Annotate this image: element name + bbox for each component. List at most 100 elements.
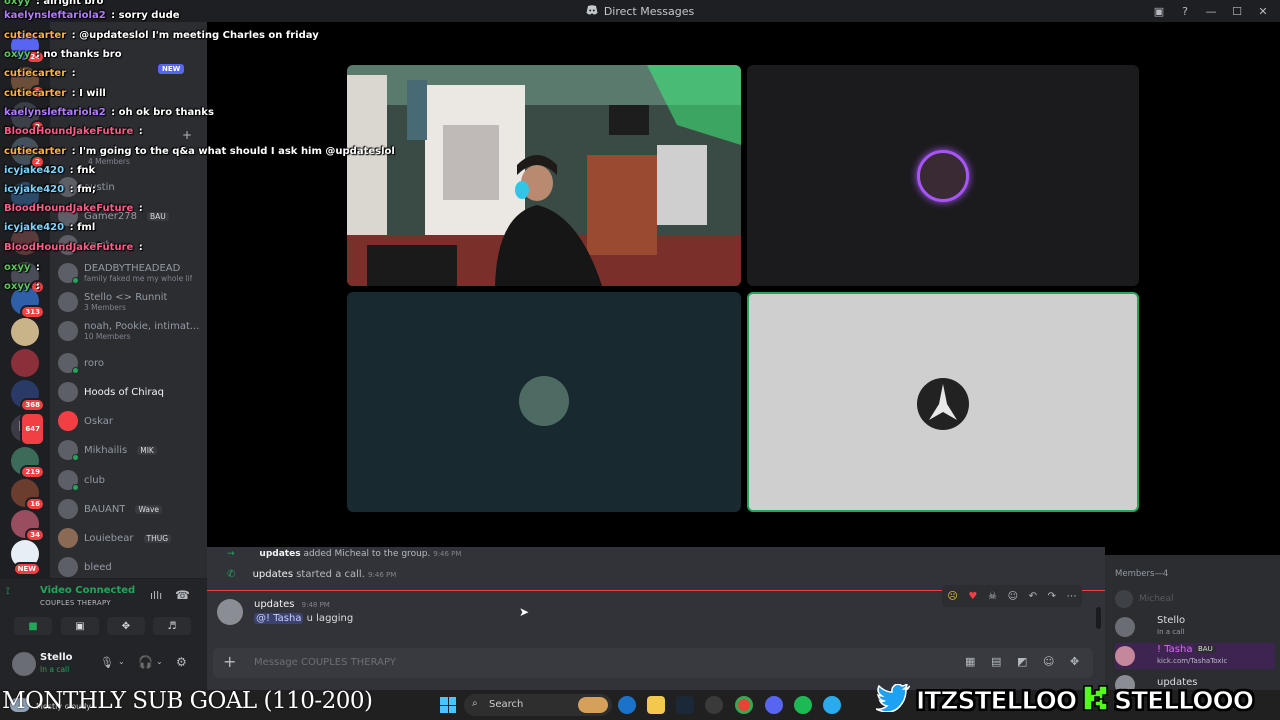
dm-item[interactable]: Mikhailis MIK bbox=[58, 437, 203, 463]
twitter-icon bbox=[875, 682, 911, 716]
server-icon[interactable]: 24 bbox=[11, 32, 45, 64]
apps-icon[interactable]: ✥ bbox=[1070, 655, 1079, 668]
server-icon[interactable]: 34 bbox=[11, 510, 45, 542]
edge-browser-icon[interactable] bbox=[618, 696, 636, 714]
emoji-icon[interactable]: ☺ bbox=[1043, 655, 1054, 668]
server-icon[interactable]: 3 bbox=[11, 262, 45, 294]
dm-item[interactable]: Hoods of Chiraq bbox=[58, 379, 203, 405]
reaction-skull-icon[interactable]: ☠ bbox=[988, 591, 997, 602]
server-icon[interactable]: 219 bbox=[11, 447, 45, 479]
server-icon[interactable]: NEW bbox=[11, 540, 41, 576]
maximize-button[interactable]: ☐ bbox=[1226, 5, 1248, 18]
voice-status[interactable]: Video Connected bbox=[40, 585, 135, 596]
activities-icon: ✥ bbox=[121, 620, 131, 632]
discord-icon[interactable] bbox=[765, 696, 783, 714]
server-icon[interactable]: 368 bbox=[11, 380, 45, 412]
dm-item[interactable]: Stello <> Runnit 3 Members bbox=[58, 289, 203, 315]
add-attachment-icon[interactable]: + bbox=[223, 652, 236, 671]
video-tile-speaking[interactable] bbox=[747, 65, 1139, 286]
dm-item[interactable]: Louiebear THUG bbox=[58, 525, 203, 551]
inbox-icon[interactable]: ▣ bbox=[1148, 5, 1170, 18]
add-reaction-icon[interactable]: ☺ bbox=[1008, 591, 1018, 602]
start-button[interactable] bbox=[440, 697, 456, 713]
headphones-icon[interactable]: 🎧 bbox=[138, 655, 153, 669]
avatar[interactable] bbox=[12, 652, 36, 676]
disconnect-icon[interactable]: ☎ bbox=[175, 588, 190, 602]
camera-button[interactable]: ■ bbox=[14, 617, 52, 635]
reaction-heart-icon[interactable]: ♥ bbox=[968, 591, 977, 602]
message-author[interactable]: updates bbox=[254, 599, 294, 610]
server-icon[interactable]: 313 bbox=[11, 287, 45, 319]
video-tile-idle[interactable] bbox=[347, 292, 741, 512]
create-dm-icon[interactable]: + bbox=[182, 128, 192, 142]
server-icon[interactable]: 16 bbox=[11, 479, 45, 511]
close-button[interactable]: ✕ bbox=[1252, 5, 1274, 18]
telegram-icon[interactable] bbox=[823, 696, 841, 714]
screen: Direct Messages ▣ ? — ☐ ✕ 24 2 2 2 3 313… bbox=[0, 0, 1280, 720]
server-icon[interactable]: 2 bbox=[11, 137, 45, 169]
message-header: updates 9:48 PM bbox=[254, 599, 330, 610]
dm-item[interactable]: BAUANT Wave bbox=[58, 496, 203, 522]
user-panel: Stello In a call 🎙 ⌄ 🎧 ⌄ ⚙ bbox=[0, 638, 207, 690]
forward-icon[interactable]: ↷ bbox=[1048, 591, 1056, 602]
dm-item[interactable]: DEADBYTHEADEAD family faked me my whole l… bbox=[58, 260, 203, 286]
dm-item[interactable]: club bbox=[58, 467, 203, 493]
chrome-icon[interactable] bbox=[735, 696, 753, 714]
chevron-down-icon[interactable]: ⌄ bbox=[156, 657, 163, 666]
video-tile-camera[interactable] bbox=[347, 65, 741, 286]
system-message-added: → updates added Micheal to the group. 9:… bbox=[227, 549, 462, 559]
server-tag: BAU bbox=[1195, 645, 1216, 653]
server-icon[interactable] bbox=[11, 182, 39, 210]
dm-item[interactable]: bleed bbox=[58, 554, 203, 578]
dm-item[interactable]: austin bbox=[58, 174, 203, 200]
member-item[interactable]: Micheal bbox=[1115, 589, 1275, 609]
dm-item[interactable]: Oskar bbox=[58, 408, 203, 434]
server-icon[interactable]: M647 bbox=[11, 412, 45, 446]
taskbar-search[interactable]: ⌕ Search bbox=[464, 694, 612, 716]
server-icon[interactable] bbox=[11, 227, 39, 255]
dm-item[interactable]: roro bbox=[58, 350, 203, 376]
app-icon[interactable] bbox=[705, 696, 723, 714]
gift-icon[interactable]: ▦ bbox=[965, 655, 975, 668]
dm-item[interactable]: urosh bbox=[58, 232, 203, 258]
steam-icon[interactable] bbox=[676, 696, 694, 714]
file-explorer-icon[interactable] bbox=[647, 696, 665, 714]
dm-item[interactable]: Gamer278 BAU bbox=[58, 203, 203, 229]
gif-icon[interactable]: ▤ bbox=[991, 655, 1001, 668]
message-composer[interactable]: + Message COUPLES THERAPY ▦ ▤ ◩ ☺ ✥ bbox=[213, 648, 1093, 678]
group-members-count: 4 Members bbox=[88, 157, 130, 166]
arrow-right-icon: → bbox=[227, 549, 235, 559]
camera-icon: ■ bbox=[28, 620, 38, 632]
server-icon[interactable] bbox=[11, 349, 39, 377]
help-icon[interactable]: ? bbox=[1174, 5, 1196, 18]
mention-badge: 2 bbox=[30, 120, 45, 134]
mention-badge: 313 bbox=[20, 305, 45, 319]
reaction-sad-icon[interactable]: ☹ bbox=[947, 591, 957, 602]
server-rail: 24 2 2 2 3 313 368 M647 219 16 34 NEW bbox=[0, 22, 50, 578]
server-icon[interactable]: 2 bbox=[11, 67, 45, 99]
server-icon[interactable]: 2 bbox=[11, 102, 45, 134]
spotify-icon[interactable] bbox=[794, 696, 812, 714]
soundboard-button[interactable]: ♬ bbox=[153, 617, 191, 635]
microphone-icon[interactable]: 🎙 bbox=[100, 656, 114, 669]
minimize-button[interactable]: — bbox=[1200, 5, 1222, 18]
dm-item[interactable]: noah, Pookie, intimat... 10 Members bbox=[58, 318, 203, 344]
member-item[interactable]: Stello In a call bbox=[1115, 615, 1275, 637]
noise-suppression-icon[interactable]: ıllı bbox=[150, 589, 162, 602]
screen-share-button[interactable]: ▣ bbox=[61, 617, 99, 635]
avatar[interactable] bbox=[217, 599, 243, 625]
reply-icon[interactable]: ↶ bbox=[1029, 591, 1037, 602]
more-options-icon[interactable]: ⋯ bbox=[1067, 591, 1077, 602]
server-icon[interactable] bbox=[11, 318, 39, 346]
user-mention[interactable]: @! Tasha bbox=[254, 613, 304, 624]
user-avatar-speaking bbox=[917, 150, 969, 202]
video-tile-selected[interactable] bbox=[747, 292, 1139, 512]
activities-button[interactable]: ✥ bbox=[107, 617, 145, 635]
member-item[interactable]: ! Tasha BAU kick.com/TashaToxic bbox=[1115, 643, 1275, 669]
chat-scrollbar[interactable] bbox=[1096, 607, 1101, 629]
sticker-icon[interactable]: ◩ bbox=[1017, 655, 1027, 668]
voice-channel-name: COUPLES THERAPY bbox=[40, 599, 111, 607]
settings-gear-icon[interactable]: ⚙ bbox=[176, 655, 187, 669]
signal-icon[interactable]: ⟟ bbox=[6, 586, 10, 597]
chevron-down-icon[interactable]: ⌄ bbox=[118, 657, 125, 666]
